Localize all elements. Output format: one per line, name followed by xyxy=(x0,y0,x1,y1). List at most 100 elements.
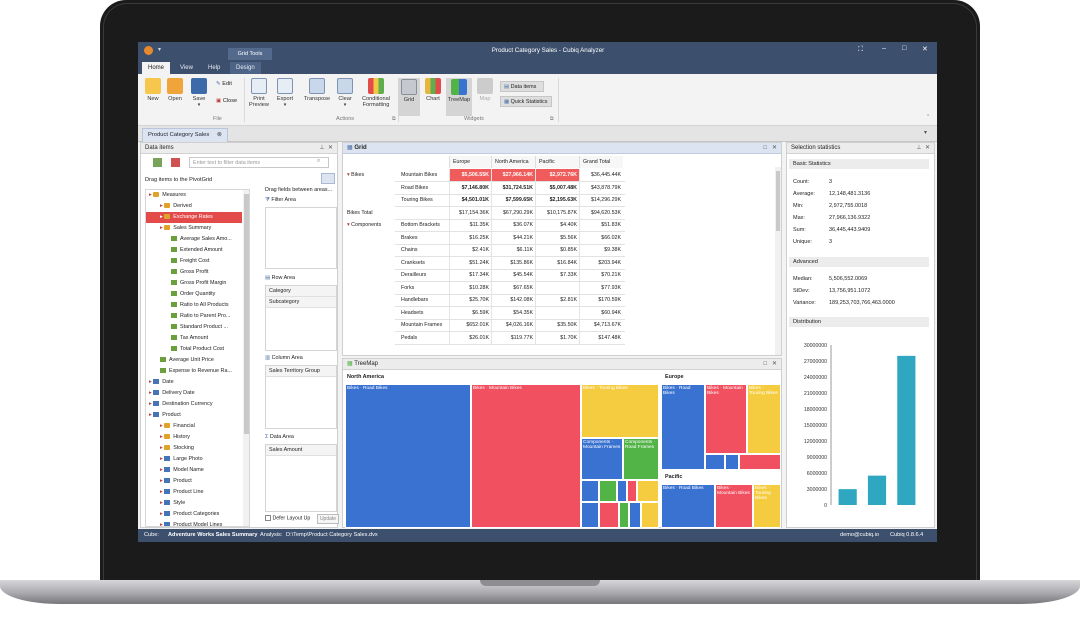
grid-cell[interactable]: $652.01K xyxy=(449,319,491,331)
data-field-sales-amount[interactable]: Sales Amount xyxy=(266,445,336,456)
grid-cell[interactable]: $45.54K xyxy=(491,269,535,281)
grid-cell[interactable]: $5.56K xyxy=(535,231,579,244)
grid-cell[interactable]: $2,972.76K xyxy=(535,169,579,181)
tree-scrollbar[interactable] xyxy=(243,190,249,526)
treemap-widget-button[interactable]: TreeMap xyxy=(446,78,472,116)
column-field-sales-territory[interactable]: Sales Territory Group xyxy=(266,366,336,377)
layout-toggle-button[interactable] xyxy=(321,173,335,184)
tree-item[interactable]: ▸ Product Categories xyxy=(146,509,242,520)
qat-dropdown-icon[interactable]: ▾ xyxy=(158,46,161,53)
clear-button[interactable]: Clear ▾ xyxy=(332,78,358,108)
row-subcategory[interactable]: Brakes xyxy=(401,232,418,244)
treemap-tile[interactable]: Bikes · Road Bikes xyxy=(661,484,715,528)
treemap-tile[interactable]: Bikes · Road Bikes xyxy=(345,384,471,528)
grid-cell[interactable]: $4,026.16K xyxy=(491,319,535,331)
row-subcategory[interactable]: Handlebars xyxy=(401,294,428,306)
treemap-tile-small[interactable] xyxy=(619,502,629,528)
row-category[interactable]: ▾ Components xyxy=(347,219,381,231)
treemap-tile-small[interactable] xyxy=(627,480,637,502)
grid-cell[interactable]: $36,445.44K xyxy=(579,169,623,181)
tree-item[interactable]: ▸ Date xyxy=(146,377,242,388)
grid-cell[interactable]: $67.65K xyxy=(491,281,535,294)
column-header[interactable]: Europe xyxy=(449,156,491,168)
tree-item[interactable]: ▸ Product Line xyxy=(146,487,242,498)
tree-item[interactable]: ▸ Delivery Date xyxy=(146,388,242,399)
grid-cell[interactable]: $17,154.36K xyxy=(449,206,491,219)
tree-item[interactable]: ▸ Stocking xyxy=(146,443,242,454)
tree-scrollbar-thumb[interactable] xyxy=(244,194,249,434)
tab-design[interactable]: Design xyxy=(230,62,261,74)
remove-field-icon[interactable] xyxy=(171,158,180,167)
tree-item[interactable]: Average Unit Price xyxy=(146,355,242,366)
row-category[interactable]: ▾ Bikes xyxy=(347,169,364,181)
row-subcategory[interactable]: Touring Bikes xyxy=(401,194,433,206)
close-button[interactable]: ▣ Close xyxy=(216,98,237,104)
column-header[interactable]: Grand Total xyxy=(579,156,623,168)
grid-cell[interactable]: $67,290.29K xyxy=(491,206,535,219)
defer-layout-checkbox[interactable]: Defer Layout Up xyxy=(265,515,310,521)
distribution-bar[interactable] xyxy=(838,489,857,505)
grid-cell[interactable]: $14,296.29K xyxy=(579,194,623,206)
collapse-ribbon-icon[interactable]: ⌃ xyxy=(926,114,930,120)
treemap-tile-small[interactable] xyxy=(705,454,725,470)
row-subcategory[interactable]: Cranksets xyxy=(401,257,425,269)
tree-item[interactable]: ▸ Product Model Lines xyxy=(146,520,242,526)
tree-item[interactable]: Tax Amount xyxy=(146,333,242,344)
panel-pin-close-icons[interactable]: ⊥ ✕ xyxy=(319,143,333,154)
tree-item[interactable]: ▸ Large Photo xyxy=(146,454,242,465)
tree-item[interactable]: Average Sales Amo... xyxy=(146,234,242,245)
tree-item[interactable]: ▸ Destination Currency xyxy=(146,399,242,410)
tree-item[interactable]: ▸ Style xyxy=(146,498,242,509)
grid-cell[interactable]: $2.81K xyxy=(535,294,579,306)
open-button[interactable]: Open xyxy=(162,78,188,102)
grid-cell[interactable]: $135.86K xyxy=(491,256,535,269)
grid-cell[interactable]: $147.48K xyxy=(579,331,623,344)
grid-cell[interactable]: $70.21K xyxy=(579,269,623,281)
grid-scrollbar[interactable] xyxy=(775,167,781,355)
data-area-box[interactable]: Sales Amount xyxy=(265,444,337,512)
grid-cell[interactable]: $10.28K xyxy=(449,281,491,294)
grid-cell[interactable]: $203.94K xyxy=(579,256,623,269)
treemap-tile[interactable]: Bikes · Road Bikes xyxy=(661,384,705,470)
tree-item[interactable]: ▸ Sales Summary xyxy=(146,223,242,234)
save-button[interactable]: Save ▾ xyxy=(186,78,212,108)
grid-cell[interactable]: $6.11K xyxy=(491,244,535,256)
grid-cell[interactable]: $43,878.79K xyxy=(579,181,623,194)
grid-cell[interactable]: $5,007.48K xyxy=(535,181,579,194)
treemap-tile-small[interactable] xyxy=(739,454,781,470)
treemap-tile[interactable]: Bikes · Touring Bikes xyxy=(753,484,781,528)
grid-cell[interactable]: $44.21K xyxy=(491,231,535,244)
tree-item[interactable]: ▸ Measures xyxy=(146,190,242,201)
treemap-tile[interactable]: Components · Mountain Frames xyxy=(581,438,623,480)
treemap-tile[interactable]: Bikes · Touring Bikes xyxy=(581,384,659,438)
row-subcategory[interactable]: Mountain Frames xyxy=(401,319,442,331)
tree-item[interactable]: ▸ History xyxy=(146,432,242,443)
treemap-tile[interactable]: Bikes · Touring Bikes xyxy=(747,384,781,454)
treemap-tile-small[interactable] xyxy=(617,480,627,502)
grid-cell[interactable]: $54.35K xyxy=(491,306,535,319)
export-button[interactable]: Export ▾ xyxy=(272,78,298,108)
maximize-button[interactable]: □ xyxy=(902,45,906,52)
grid-cell[interactable]: $1.70K xyxy=(535,331,579,344)
tree-item[interactable]: Standard Product ... xyxy=(146,322,242,333)
grid-cell[interactable]: $0.85K xyxy=(535,244,579,256)
close-window-button[interactable]: ✕ xyxy=(922,45,928,53)
grid-cell[interactable]: $25.70K xyxy=(449,294,491,306)
tree-item[interactable]: ▸ Product xyxy=(146,410,242,421)
treemap-tile-small[interactable] xyxy=(725,454,739,470)
add-field-icon[interactable] xyxy=(153,158,162,167)
print-preview-button[interactable]: Print Preview xyxy=(246,78,272,108)
treemap-window-controls[interactable]: □ ✕ xyxy=(763,359,777,370)
tree-item[interactable]: Freight Cost xyxy=(146,256,242,267)
grid-cell[interactable]: $66.02K xyxy=(579,231,623,244)
grid-cell[interactable]: $26.01K xyxy=(449,331,491,344)
tab-home[interactable]: Home xyxy=(142,62,171,74)
grid-cell[interactable]: $5,506.55K xyxy=(449,169,491,181)
treemap-tile-small[interactable] xyxy=(599,502,619,528)
tree-item[interactable]: Ratio to Parent Pro... xyxy=(146,311,242,322)
grid-cell[interactable]: $170.59K xyxy=(579,294,623,306)
treemap-tile-small[interactable] xyxy=(581,502,599,528)
grid-cell[interactable]: $51.83K xyxy=(579,219,623,231)
row-field-category[interactable]: Category xyxy=(266,286,336,297)
tree-item[interactable]: Gross Profit Margin xyxy=(146,278,242,289)
